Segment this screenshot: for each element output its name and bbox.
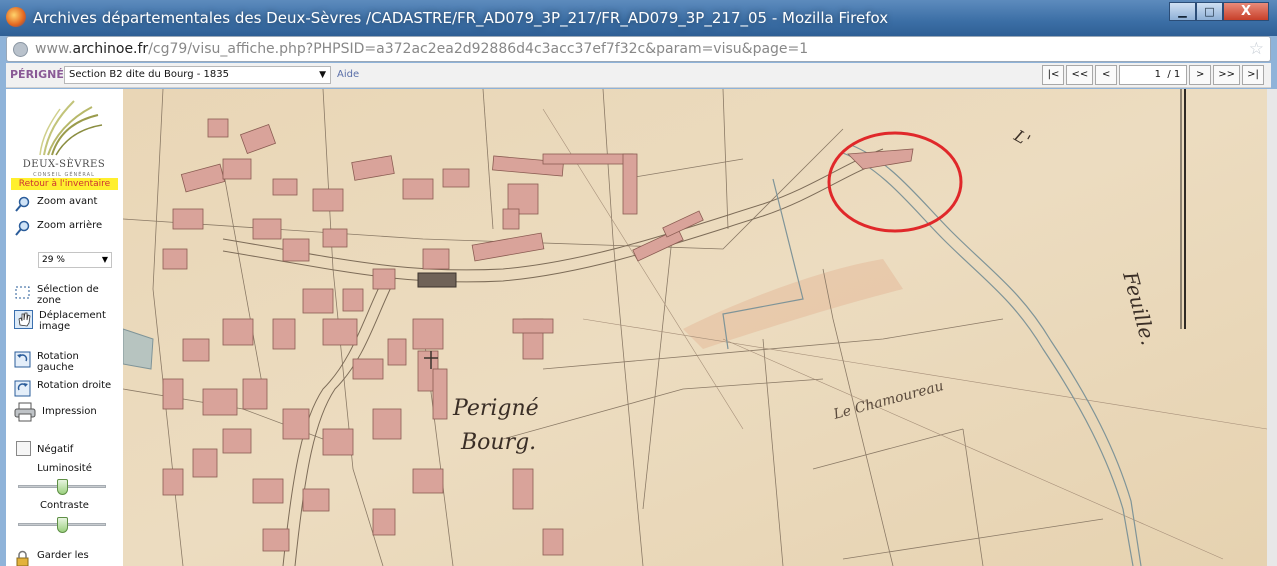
rotate-left-icon [14,351,31,368]
url-prefix: www. [35,41,73,57]
contrast-thumb[interactable] [57,517,68,533]
url-domain: archinoe.fr [72,41,149,57]
address-bar[interactable]: www.archinoe.fr/cg79/visu_affiche.php?PH… [6,36,1271,62]
rotate-left-label: Rotation gauche [37,351,79,373]
window-titlebar: Archives départementales des Deux-Sèvres… [0,0,1277,36]
viewer-toolbar: PÉRIGNÉ Section B2 dite du Bourg - 1835 … [6,63,1271,88]
forward-many-button[interactable]: >> [1213,65,1240,85]
commune-name: PÉRIGNÉ [10,68,64,81]
close-button[interactable]: X [1223,2,1269,21]
minimize-button[interactable]: ▁ [1169,2,1196,21]
page-current: 1 [1154,69,1161,80]
zoom-out-tool[interactable]: Zoom arrière [14,220,102,237]
rotate-right-icon [14,380,31,397]
chevron-down-icon: ▼ [101,255,108,264]
print-tool[interactable]: Impression [14,402,97,422]
keep-settings-label: Garder les [37,550,89,561]
move-image-tool[interactable]: Déplacement image [14,310,109,332]
zoom-out-label: Zoom arrière [37,220,103,231]
zoom-in-tool[interactable]: Zoom avant [14,196,97,213]
back-to-inventory-button[interactable]: Retour à l'inventaire [11,178,118,190]
maximize-button[interactable]: □ [1196,2,1223,21]
brightness-label: Luminosité [37,463,92,474]
contrast-label: Contraste [40,500,89,511]
contrast-slider[interactable] [18,517,106,533]
prev-page-button[interactable]: < [1095,65,1118,85]
deux-sevres-logo: DEUX-SÈVRES CONSEIL GÉNÉRAL [14,97,105,179]
rotate-right-tool[interactable]: Rotation droite [14,380,111,397]
negative-label: Négatif [37,444,74,455]
select-zone-label: Sélection de zone [37,284,99,306]
zoom-in-label: Zoom avant [37,196,98,207]
last-page-button[interactable]: >| [1242,65,1264,85]
tools-sidebar: DEUX-SÈVRES CONSEIL GÉNÉRAL Retour à l'i… [6,89,123,566]
zoom-level-value: 29 % [42,255,65,265]
pager: |< << < 1 / 1 > >> >| [1040,65,1264,85]
move-image-label: Déplacement image [39,310,106,332]
section-select[interactable]: Section B2 dite du Bourg - 1835 ▼ [64,66,331,84]
back-many-button[interactable]: << [1066,65,1094,85]
url-path: /cg79/visu_affiche.php?PHPSID=a372ac2ea2… [148,41,809,57]
firefox-icon [6,7,26,27]
window-controls: ▁ □ X [1169,2,1269,21]
bookmark-star-icon[interactable]: ☆ [1249,39,1264,59]
cadastral-map-viewer[interactable]: Perigné Bourg. Le Chamoureau Feuille. L' [123,89,1267,566]
zoom-in-icon [14,196,31,213]
chevron-down-icon: ▼ [319,70,326,80]
page-total: / 1 [1167,69,1181,80]
negative-option: Négatif [37,444,73,455]
rotate-left-tool[interactable]: Rotation gauche [14,351,107,373]
logo-grass-icon [39,100,103,156]
hand-icon [14,310,33,329]
print-label: Impression [42,406,97,417]
brightness-slider[interactable] [18,479,106,495]
printer-icon [14,402,36,422]
keep-settings-tool[interactable]: Garder les [14,550,89,566]
select-zone-tool[interactable]: Sélection de zone [14,284,107,306]
next-page-button[interactable]: > [1189,65,1212,85]
cadastral-map-image: Perigné Bourg. Le Chamoureau Feuille. L' [123,89,1267,566]
page-number-field[interactable]: 1 / 1 [1119,65,1188,85]
brightness-thumb[interactable] [57,479,68,495]
rotate-right-label: Rotation droite [37,380,112,391]
url-text[interactable]: www.archinoe.fr/cg79/visu_affiche.php?PH… [35,41,808,57]
map-label-bourg: Bourg. [460,430,536,455]
select-zone-icon [14,284,31,301]
zoom-level-select[interactable]: 29 % ▼ [38,252,112,268]
vertical-scrollbar[interactable] [1267,89,1277,566]
logo-title: DEUX-SÈVRES [22,159,106,170]
help-link[interactable]: Aide [337,69,359,80]
window-title: Archives départementales des Deux-Sèvres… [33,9,889,27]
section-select-value: Section B2 dite du Bourg - 1835 [69,69,229,80]
zoom-out-icon [14,220,31,237]
lock-icon [14,550,31,566]
map-label-town: Perigné [452,396,539,421]
first-page-button[interactable]: |< [1042,65,1065,85]
site-identity-icon[interactable] [13,42,28,57]
negative-checkbox[interactable] [16,441,31,456]
